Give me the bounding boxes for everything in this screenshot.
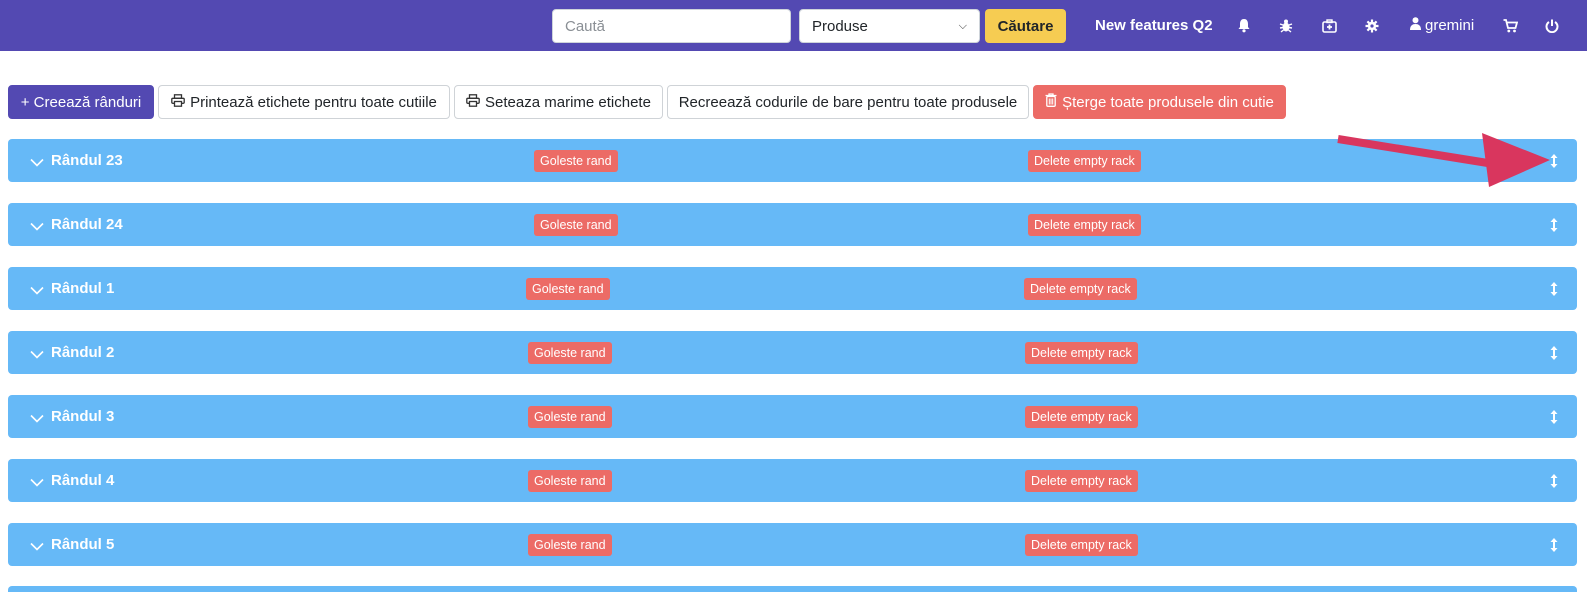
row-title: Rândul 23: [51, 152, 123, 169]
username-label: gremini: [1425, 17, 1475, 34]
delete-empty-rack-button[interactable]: Delete empty rack: [1025, 342, 1138, 364]
row-title: Rândul 24: [51, 216, 123, 233]
sort-handle-icon[interactable]: [1550, 409, 1558, 430]
chevron-down-icon[interactable]: [30, 346, 44, 364]
create-rows-button[interactable]: + Creează rânduri: [8, 85, 154, 119]
delete-empty-rack-button[interactable]: Delete empty rack: [1028, 150, 1141, 172]
gear-icon[interactable]: [1365, 0, 1379, 51]
empty-row-button[interactable]: Goleste rand: [528, 342, 612, 364]
top-navbar: Produse ⌵ Căutare New features Q2 gremin…: [0, 0, 1587, 51]
row-title: Rândul 1: [51, 280, 115, 297]
delete-empty-rack-button[interactable]: Delete empty rack: [1025, 534, 1138, 556]
recreate-barcodes-button[interactable]: Recreează codurile de bare pentru toate …: [667, 85, 1029, 119]
set-label-size-label: Seteaza marime etichete: [485, 93, 651, 111]
row-panel[interactable]: Rândul 24 Goleste rand Delete empty rack: [8, 203, 1577, 246]
empty-row-button[interactable]: Goleste rand: [534, 150, 618, 172]
sort-handle-icon[interactable]: [1550, 473, 1558, 494]
row-title: Rândul 5: [51, 536, 115, 553]
row-panel[interactable]: Rândul 23 Goleste rand Delete empty rack: [8, 139, 1577, 182]
delete-empty-rack-button[interactable]: Delete empty rack: [1028, 214, 1141, 236]
chevron-down-icon[interactable]: [30, 154, 44, 172]
sort-handle-icon[interactable]: [1550, 345, 1558, 366]
category-select[interactable]: Produse ⌵: [799, 9, 980, 43]
empty-row-button[interactable]: Goleste rand: [528, 470, 612, 492]
row-panel[interactable]: Rândul 5 Goleste rand Delete empty rack: [8, 523, 1577, 566]
row-panel[interactable]: Rândul 3 Goleste rand Delete empty rack: [8, 395, 1577, 438]
new-features-link[interactable]: New features Q2: [1095, 0, 1213, 51]
user-icon: [1410, 17, 1421, 34]
sort-handle-icon[interactable]: [1550, 153, 1558, 174]
bug-icon[interactable]: [1279, 0, 1293, 51]
chevron-down-icon[interactable]: [30, 474, 44, 492]
row-title: Rândul 2: [51, 344, 115, 361]
search-input[interactable]: [552, 9, 791, 43]
trash-icon: [1045, 93, 1057, 111]
empty-row-button[interactable]: Goleste rand: [528, 406, 612, 428]
print-labels-button[interactable]: Printează etichete pentru toate cutiile: [158, 85, 450, 119]
empty-row-button[interactable]: Goleste rand: [528, 534, 612, 556]
row-panel[interactable]: Rândul 2 Goleste rand Delete empty rack: [8, 331, 1577, 374]
row-panel-partial[interactable]: [8, 586, 1577, 592]
sort-handle-icon[interactable]: [1550, 537, 1558, 558]
print-labels-label: Printează etichete pentru toate cutiile: [190, 93, 437, 111]
print-icon: [466, 93, 480, 111]
print-icon: [171, 93, 185, 111]
empty-row-button[interactable]: Goleste rand: [526, 278, 610, 300]
chevron-down-icon[interactable]: [30, 538, 44, 556]
category-select-value: Produse: [812, 17, 868, 35]
user-menu[interactable]: gremini: [1410, 0, 1474, 51]
chevron-down-icon[interactable]: [30, 410, 44, 428]
set-label-size-button[interactable]: Seteaza marime etichete: [454, 85, 663, 119]
recreate-barcodes-label: Recreează codurile de bare pentru toate …: [678, 93, 1018, 111]
cart-icon[interactable]: [1503, 0, 1518, 51]
bell-icon[interactable]: [1237, 0, 1251, 51]
delete-empty-rack-button[interactable]: Delete empty rack: [1025, 406, 1138, 428]
delete-all-products-label: Șterge toate produsele din cutie: [1062, 93, 1274, 111]
row-title: Rândul 4: [51, 472, 115, 489]
sort-handle-icon[interactable]: [1550, 217, 1558, 238]
row-panel[interactable]: Rândul 4 Goleste rand Delete empty rack: [8, 459, 1577, 502]
chevron-down-icon[interactable]: [30, 282, 44, 300]
create-rows-label: + Creează rânduri: [20, 93, 142, 111]
medkit-icon[interactable]: [1322, 0, 1337, 51]
delete-empty-rack-button[interactable]: Delete empty rack: [1025, 470, 1138, 492]
delete-all-products-button[interactable]: Șterge toate produsele din cutie: [1033, 85, 1286, 119]
chevron-down-icon[interactable]: [30, 218, 44, 236]
row-title: Rândul 3: [51, 408, 115, 425]
sort-handle-icon[interactable]: [1550, 281, 1558, 302]
search-button[interactable]: Căutare: [985, 9, 1066, 43]
row-panel[interactable]: Rândul 1 Goleste rand Delete empty rack: [8, 267, 1577, 310]
power-icon[interactable]: [1545, 0, 1559, 51]
chevron-down-icon: ⌵: [958, 19, 967, 32]
delete-empty-rack-button[interactable]: Delete empty rack: [1024, 278, 1137, 300]
empty-row-button[interactable]: Goleste rand: [534, 214, 618, 236]
